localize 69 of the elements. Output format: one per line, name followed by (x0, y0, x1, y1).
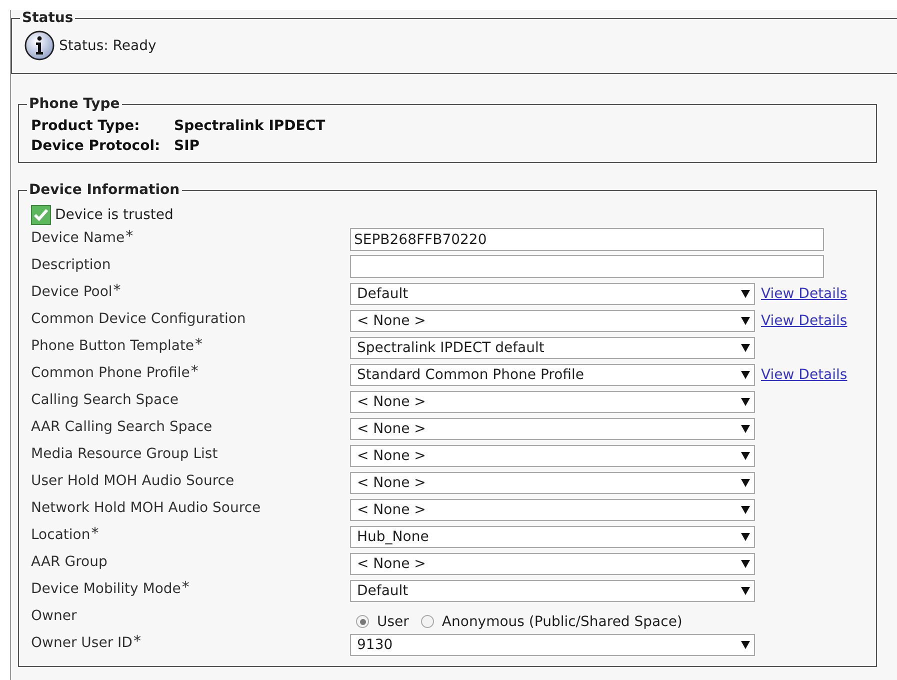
field-label: Phone Button Template (31, 338, 194, 354)
radio-button[interactable] (420, 615, 434, 628)
dropdown[interactable]: < None > (350, 472, 755, 494)
caret-icon (741, 560, 750, 568)
dropdown[interactable]: 9130 (350, 634, 755, 656)
info-icon (24, 30, 55, 61)
checkbox-label: Device is trusted (55, 207, 174, 223)
caret-icon (741, 506, 750, 514)
checkbox[interactable] (31, 205, 51, 225)
caret-icon (741, 532, 750, 540)
status-message: Status: Ready (59, 38, 156, 54)
dropdown[interactable]: Standard Common Phone Profile (350, 364, 755, 386)
view-details-link[interactable]: View Details (761, 286, 848, 302)
field-label: User Hold MOH Audio Source (31, 472, 234, 488)
radio-button[interactable] (356, 615, 369, 628)
section-title: Status (21, 10, 74, 26)
field-label: Owner (31, 608, 77, 624)
field-label: Common Phone Profile (31, 364, 190, 380)
dropdown[interactable]: < None > (350, 418, 755, 440)
caret-icon (741, 290, 750, 298)
caret-icon (741, 424, 750, 432)
info-value: Spectralink IPDECT (174, 118, 326, 134)
section-title: Device Information (28, 182, 181, 198)
field-label: AAR Group (31, 554, 108, 570)
caret-icon (741, 370, 750, 378)
required-mark: * (182, 580, 190, 592)
field-label: Network Hold MOH Audio Source (31, 500, 261, 516)
dropdown[interactable]: Hub_None (350, 526, 755, 548)
field-label: Description (31, 256, 111, 272)
dropdown[interactable]: Spectralink IPDECT default (350, 336, 755, 358)
dropdown[interactable]: < None > (350, 390, 755, 412)
field-label: Device Mobility Mode (31, 580, 181, 596)
dropdown[interactable]: Default (350, 580, 755, 602)
field-label: Owner User ID (31, 634, 132, 650)
info-value: SIP (174, 138, 201, 154)
field-label: AAR Calling Search Space (31, 418, 212, 434)
caret-icon (741, 478, 750, 486)
view-details-link[interactable]: View Details (761, 312, 848, 328)
dropdown[interactable]: < None > (350, 498, 755, 520)
field-label: Location (31, 526, 90, 542)
required-mark: * (113, 284, 121, 296)
text-field[interactable] (350, 255, 824, 278)
required-mark: * (126, 230, 134, 242)
caret-icon (741, 452, 750, 460)
field-label: Media Resource Group List (31, 446, 218, 462)
section-title: Phone Type (28, 96, 121, 112)
caret-icon (741, 640, 750, 648)
required-mark: * (190, 364, 198, 376)
info-label: Device Protocol: (31, 138, 162, 154)
field-label: Device Pool (31, 284, 112, 300)
radio-label: Anonymous (Public/Shared Space) (442, 614, 682, 630)
caret-icon (741, 316, 750, 324)
required-mark: * (195, 338, 203, 350)
radio-label: User (377, 614, 409, 630)
field-label: Device Name (31, 230, 125, 246)
dropdown[interactable]: < None > (350, 310, 755, 332)
caret-icon (741, 344, 750, 352)
required-mark: * (133, 634, 141, 646)
required-mark: * (91, 526, 99, 538)
caret-icon (741, 398, 750, 406)
view-details-link[interactable]: View Details (761, 366, 848, 382)
dropdown[interactable]: Default (350, 282, 755, 304)
dropdown[interactable]: < None > (350, 552, 755, 574)
field-label: Common Device Configuration (31, 310, 246, 326)
info-label: Product Type: (31, 118, 141, 134)
text-field[interactable]: SEPB268FFB70220 (350, 228, 824, 251)
field-label: Calling Search Space (31, 392, 178, 408)
caret-icon (741, 586, 750, 594)
dropdown[interactable]: < None > (350, 444, 755, 466)
